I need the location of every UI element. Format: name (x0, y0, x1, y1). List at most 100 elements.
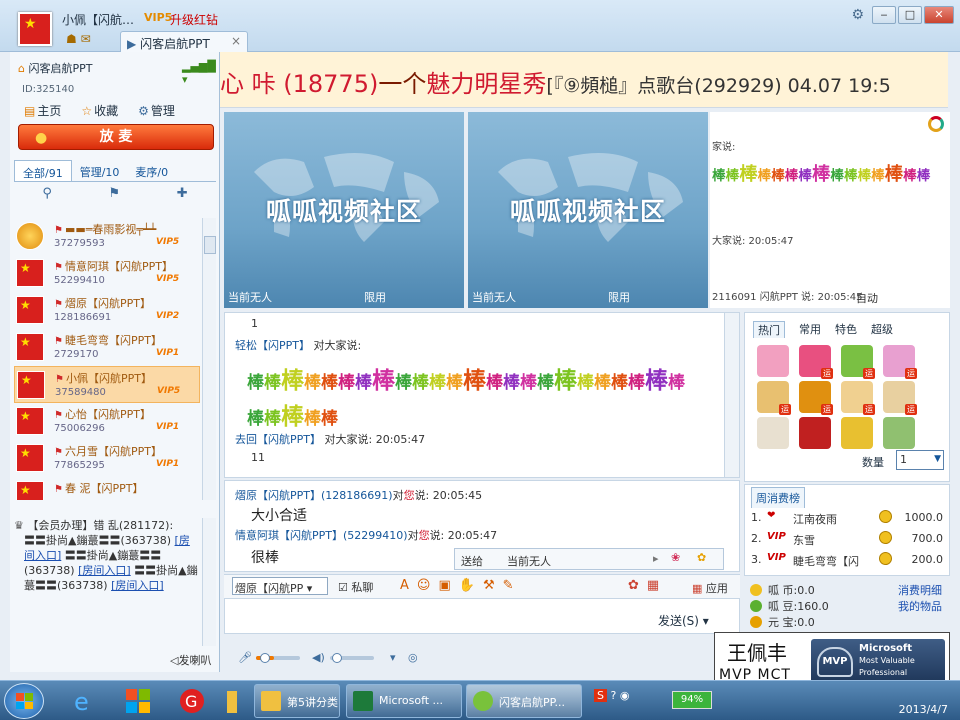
mic-volume-slider[interactable] (256, 653, 300, 663)
tab-weekly-ranking[interactable]: 周消费榜 (751, 487, 805, 508)
hand-icon[interactable]: ✋ (459, 578, 483, 593)
mail-icon[interactable]: ✉ (81, 32, 91, 46)
speaker-icon[interactable]: ◀︎) (312, 651, 325, 664)
record-icon[interactable]: ◎ (408, 651, 418, 664)
arrow-right-icon[interactable]: ▸ (653, 552, 659, 565)
scroll-thumb[interactable] (204, 236, 216, 254)
gift-item[interactable]: 运 (841, 345, 875, 379)
tab-admin[interactable]: 管理/10 (72, 160, 128, 181)
sender-name[interactable]: 情意阿琪【闪航PPT】(52299410) (235, 529, 408, 542)
my-items-link[interactable]: 我的物品 (898, 598, 942, 614)
gear-icon[interactable]: ⚙ (851, 7, 864, 23)
tray-s-icon[interactable]: S (594, 689, 607, 702)
send-button[interactable]: 发送(S) ▾ (658, 612, 709, 629)
font-icon[interactable]: A (400, 578, 417, 593)
emoji-tools[interactable]: A☺▣✋⚒✎ (400, 578, 522, 593)
battery-indicator[interactable]: 94% (672, 691, 712, 709)
nav-manage[interactable]: ⚙ 管理 (138, 102, 175, 119)
user-list-item[interactable]: ★ ⚑ 小佩【闪航PPT】 37589480 VIP5 (14, 366, 200, 403)
tab-super[interactable]: 超级 (871, 321, 893, 338)
send-to-target[interactable]: 当前无人 (507, 553, 551, 569)
auto-toggle[interactable]: 自动 (856, 290, 878, 306)
tulip-icon[interactable]: ✿ (628, 578, 647, 593)
ranking-row[interactable]: 3. VIP 睫毛弯弯【闪 200.0 (751, 551, 947, 569)
maximize-button[interactable]: □ (898, 6, 922, 24)
start-button[interactable] (4, 683, 44, 719)
clock[interactable]: 2013/4/7 (899, 703, 948, 716)
tab-common[interactable]: 常用 (799, 321, 821, 338)
tab-hot[interactable]: 热门 (753, 321, 785, 338)
spending-detail-link[interactable]: 消费明细 (898, 582, 942, 598)
sender-name[interactable]: 熠原【闪航PPT】(128186691) (235, 489, 393, 502)
speaker-volume-slider[interactable] (330, 653, 374, 663)
user-list-item[interactable]: ★ ⚑ 心怡【闪航PPT】 75006296 VIP1 (14, 403, 200, 440)
security-icon[interactable]: ◉ (620, 689, 630, 702)
system-tray[interactable]: S ? ◉ (594, 689, 629, 702)
room-entry-link[interactable]: [房间入口] (111, 579, 164, 592)
gift-item[interactable]: 运 (799, 381, 833, 415)
sender-name[interactable]: 去回【闪航PPT】 (235, 433, 321, 446)
chat-scrollbar[interactable] (724, 312, 740, 478)
notice-scrollbar[interactable] (202, 518, 216, 646)
toolbar-icons[interactable]: ☗ ✉ (66, 32, 91, 46)
recipient-select[interactable]: 熠原【闪航PP ▾ (232, 577, 328, 595)
video-pane-2[interactable]: 呱呱视频社区 当前无人 限用 (468, 112, 708, 308)
tab-special[interactable]: 特色 (835, 321, 857, 338)
gift-item[interactable]: 运 (883, 345, 917, 379)
minimize-button[interactable]: ‒ (872, 6, 896, 24)
gift-item[interactable] (757, 345, 789, 377)
location-icon[interactable]: ⚑ (108, 186, 120, 208)
gift-icon[interactable]: ❀ (671, 551, 680, 564)
taskbar-excel[interactable]: Microsoft ... (346, 684, 462, 718)
ie-icon[interactable]: e (66, 685, 102, 717)
gift-item[interactable]: 运 (841, 381, 875, 415)
user-list-item[interactable]: ★ ⚑ 春 泥【闪PPT】 (14, 477, 200, 500)
video-pane-1[interactable]: 呱呱视频社区 当前无人 限用 (224, 112, 464, 308)
flower-icon[interactable]: ✿ (697, 551, 706, 564)
user-avatar[interactable]: ★ (18, 12, 52, 46)
taskbar-folder[interactable]: 第5讲分类... (254, 684, 340, 718)
search-icon[interactable]: ⚲ (42, 186, 52, 208)
user-list-item[interactable]: ★ ⚑ 睫毛弯弯【闪PPT】 2729170 VIP1 (14, 329, 200, 366)
slider-knob[interactable] (260, 653, 270, 663)
broom-icon[interactable]: ✎ (503, 578, 522, 593)
ranking-row[interactable]: 1. ❤ 江南夜雨 1000.0 (751, 509, 947, 527)
horn-button[interactable]: ◁发喇叭 (170, 652, 211, 668)
gift-item[interactable] (799, 417, 831, 449)
ranking-row[interactable]: 2. VIP 东雪 700.0 (751, 530, 947, 548)
emoji-icon[interactable]: ☺ (417, 578, 439, 593)
gift-item[interactable]: 运 (799, 345, 833, 379)
room-entry-link[interactable]: [房间入口] (78, 564, 131, 577)
apps-button[interactable]: ▦ 应用 (692, 580, 728, 596)
tab-close-icon[interactable]: × (231, 34, 241, 48)
mic-button[interactable]: ● 放 麦 (18, 124, 214, 150)
slider-knob[interactable] (332, 653, 342, 663)
user-list-item[interactable]: ★ ⚑ 六月雪【闪航PPT】 77865295 VIP1 (14, 440, 200, 477)
hammer-icon[interactable]: ⚒ (483, 578, 503, 593)
nav-home[interactable]: ▤ 主页 (24, 102, 61, 119)
gift-item[interactable] (841, 417, 873, 449)
app-icon[interactable]: G (174, 685, 210, 717)
gift-box-icon[interactable]: ▣ (438, 578, 458, 593)
nav-favorite[interactable]: ☆ 收藏 (81, 102, 118, 119)
gift-send-to[interactable]: 送给 当前无人 ▸ ❀ ✿ (454, 548, 724, 570)
user-list-item[interactable]: ★ ⚑ 熠原【闪航PPT】 128186691 VIP2 (14, 292, 200, 329)
user-list-scrollbar[interactable] (202, 218, 216, 500)
sender-name[interactable]: 轻松【闪PPT】 (235, 339, 310, 352)
ring-icon[interactable] (928, 116, 944, 132)
close-button[interactable]: ✕ (924, 6, 954, 24)
help-icon[interactable]: ? (610, 689, 616, 702)
quantity-select[interactable]: 1 ▼ (896, 450, 944, 470)
gift-item[interactable] (883, 417, 915, 449)
media-icon[interactable] (120, 685, 156, 717)
tab-room[interactable]: ▶ 闪客启航PPT × (120, 31, 248, 52)
gift-item[interactable] (757, 417, 789, 449)
mic-icon[interactable]: 🎤︎ (238, 651, 252, 664)
bag-icon[interactable]: ☗ (66, 32, 77, 46)
calendar-icon[interactable]: ▦ (647, 578, 667, 593)
extra-tools[interactable]: ✿▦ (628, 578, 667, 593)
gift-item[interactable]: 运 (883, 381, 917, 415)
chevron-down-icon[interactable]: ▾ (390, 651, 396, 664)
folder-icon[interactable] (226, 685, 238, 717)
add-user-icon[interactable]: ✚ (177, 186, 188, 208)
